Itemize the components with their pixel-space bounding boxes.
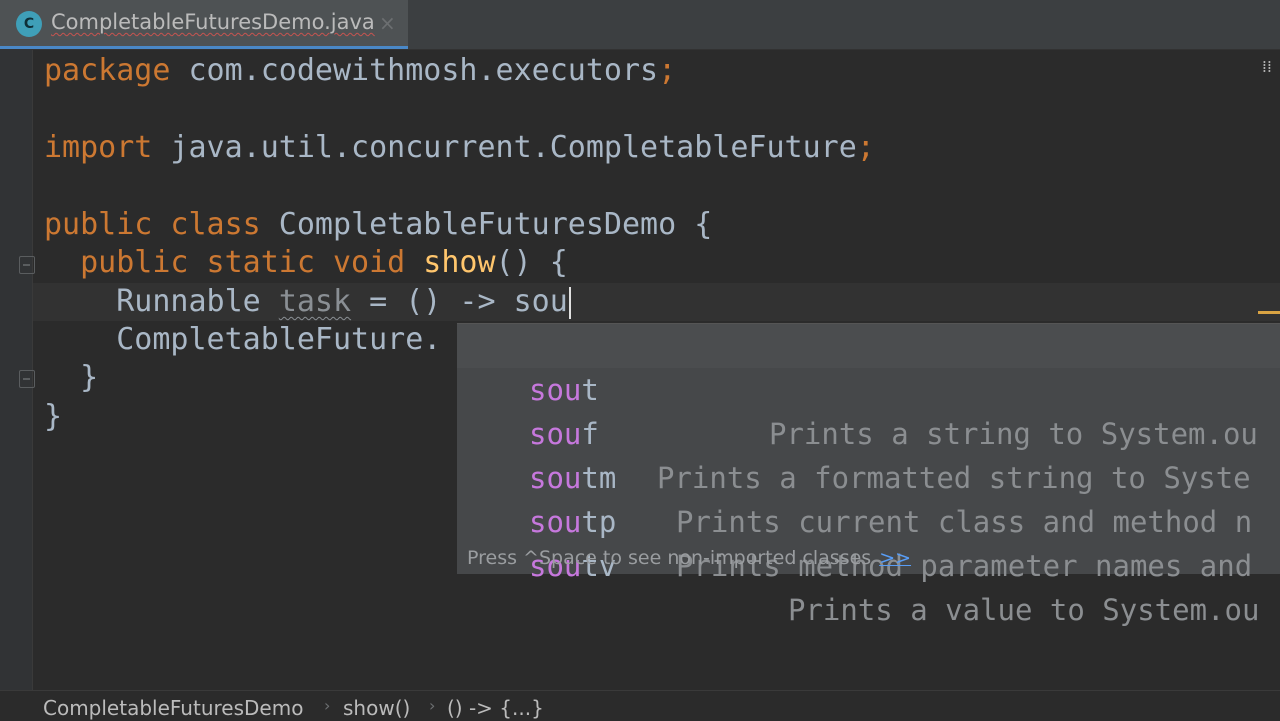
unused-variable: task bbox=[278, 284, 352, 319]
text-caret bbox=[568, 286, 571, 319]
chevron-right-icon: › bbox=[324, 696, 331, 715]
code-line: public static void show() { bbox=[80, 245, 568, 280]
completion-item-souf[interactable]: souf Prints a formatted string to Syste bbox=[457, 368, 1280, 495]
completion-item-soutv[interactable]: soutv Prints a value to System.ou bbox=[457, 500, 1280, 627]
completion-item-soutm[interactable]: soutm Prints current class and method n bbox=[457, 412, 1280, 539]
breadcrumb-lambda[interactable]: () -> {...} bbox=[447, 696, 544, 720]
fold-icon[interactable] bbox=[19, 256, 35, 274]
code-line: Runnable task = () -> sou bbox=[44, 283, 571, 321]
code-line: } bbox=[44, 399, 63, 434]
more-link[interactable]: >> bbox=[879, 547, 911, 569]
breadcrumb: CompletableFuturesDemo › show() › () -> … bbox=[0, 690, 1280, 721]
fold-icon[interactable] bbox=[19, 370, 35, 388]
code-line: CompletableFuture. bbox=[44, 322, 442, 357]
code-line: package com.codewithmosh.executors; bbox=[44, 53, 677, 88]
chevron-right-icon: › bbox=[429, 696, 436, 715]
code-line: public class CompletableFuturesDemo { bbox=[44, 207, 713, 242]
java-class-icon: C bbox=[16, 11, 42, 37]
completion-item-sout[interactable]: sout Prints a string to System.ou bbox=[457, 324, 1280, 451]
breadcrumb-method[interactable]: show() bbox=[343, 696, 410, 720]
editor-tab[interactable]: C CompletableFuturesDemo.java × bbox=[0, 0, 408, 49]
completion-hint: Press ^Space to see non-imported classes… bbox=[467, 547, 912, 569]
close-icon[interactable]: × bbox=[379, 11, 396, 35]
editor-gutter bbox=[0, 50, 35, 690]
code-line: import java.util.concurrent.CompletableF… bbox=[44, 130, 875, 165]
completion-popup: sout Prints a string to System.ou souf P… bbox=[457, 323, 1280, 627]
code-line: } bbox=[44, 360, 99, 395]
completion-item-soutp[interactable]: soutp Prints method parameter names and bbox=[457, 456, 1280, 583]
tab-title[interactable]: CompletableFuturesDemo.java bbox=[51, 10, 375, 34]
scrollbar-marker-icon[interactable]: ⁞⁞ bbox=[1262, 57, 1272, 76]
editor-tab-bar: C CompletableFuturesDemo.java × bbox=[0, 0, 1280, 50]
warning-marker[interactable] bbox=[1258, 311, 1280, 314]
breadcrumb-class[interactable]: CompletableFuturesDemo bbox=[43, 696, 303, 720]
